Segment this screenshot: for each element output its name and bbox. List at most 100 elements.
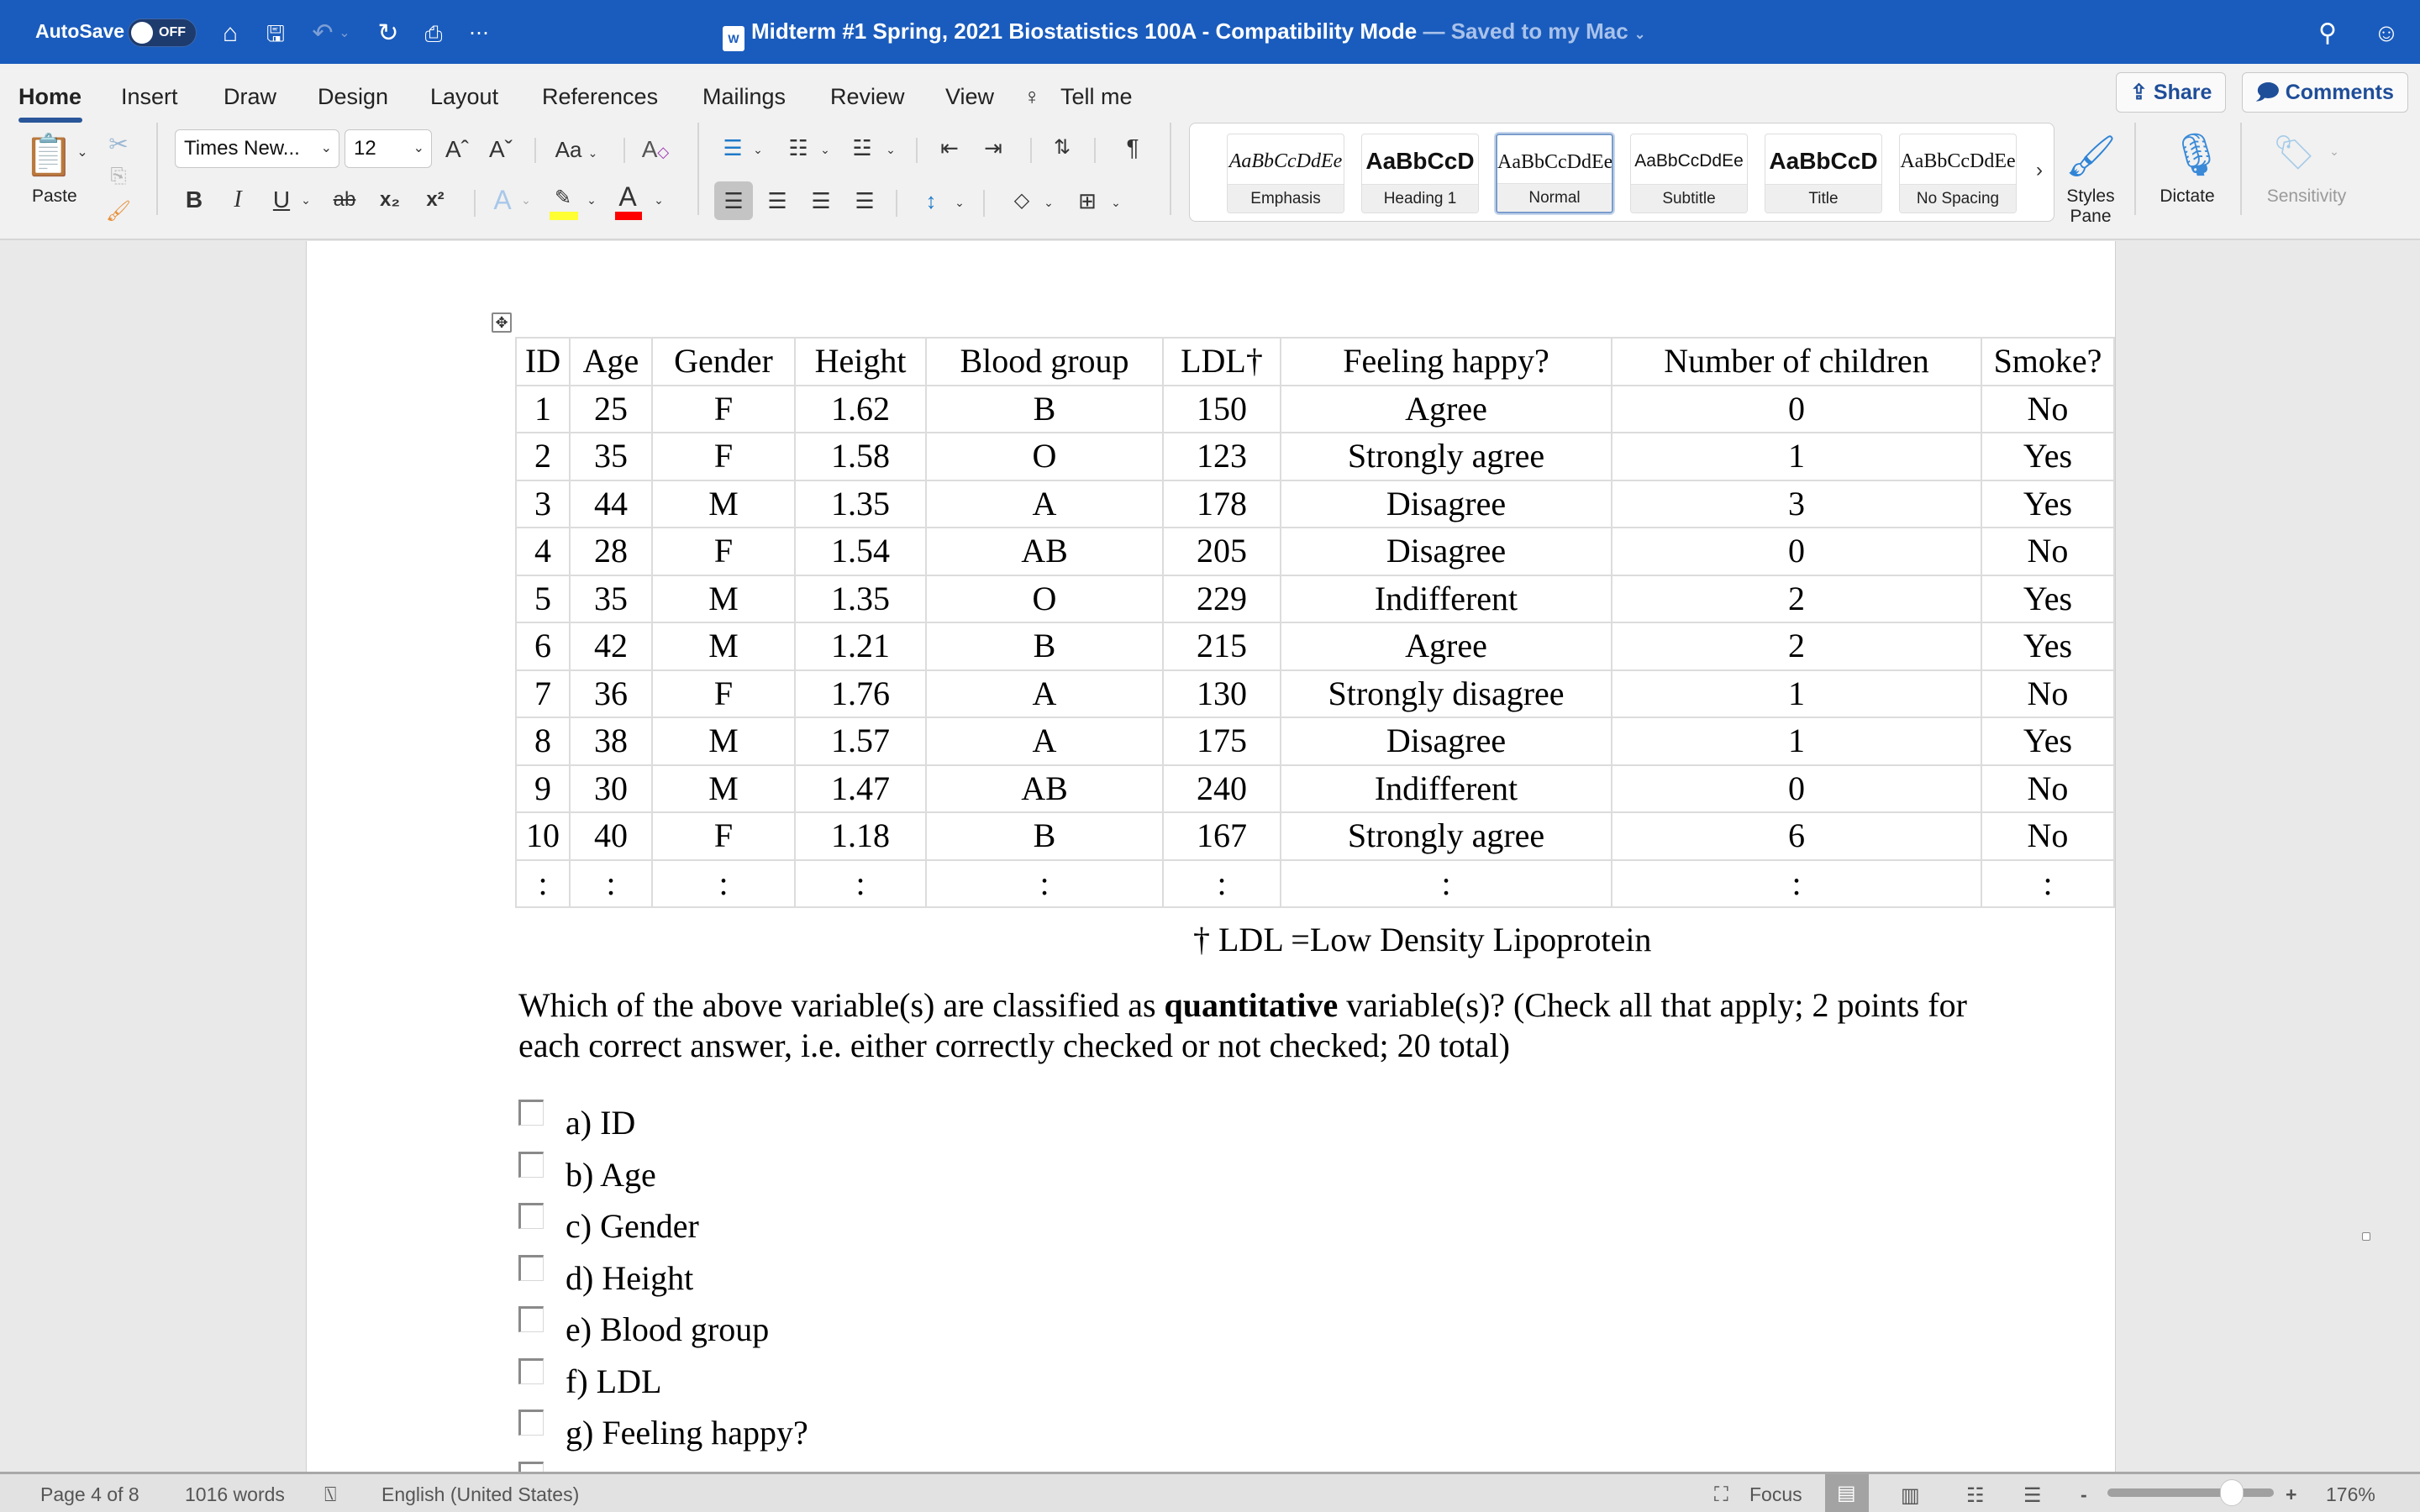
checkbox[interactable] xyxy=(518,1410,544,1436)
table-cell[interactable]: 1 xyxy=(1611,432,1982,481)
style-no-spacing[interactable]: AaBbCcDdEe No Spacing xyxy=(1899,134,2017,213)
table-cell[interactable]: 1 xyxy=(1611,669,1982,718)
search-icon[interactable]: ⚲ xyxy=(2311,17,2344,50)
table-cell[interactable]: 42 xyxy=(569,622,653,671)
table-cell[interactable]: 2 xyxy=(1611,574,1982,623)
chevron-down-icon[interactable]: ⌄ xyxy=(583,183,600,217)
zoom-slider-handle[interactable] xyxy=(2219,1479,2244,1506)
draft-view-icon[interactable]: ☰ xyxy=(2023,1483,2042,1508)
table-cell[interactable]: No xyxy=(1981,669,2115,718)
chevron-down-icon[interactable]: ⌄ xyxy=(882,133,899,166)
bold-button[interactable]: B xyxy=(180,183,208,217)
table-cell[interactable]: Strongly disagree xyxy=(1280,669,1612,718)
focus-button[interactable]: Focus xyxy=(1749,1483,1802,1506)
chevron-down-icon[interactable]: ⌄ xyxy=(817,133,834,166)
table-cell[interactable]: : xyxy=(1611,858,1982,908)
table-cell[interactable]: 35 xyxy=(569,574,653,623)
redo-icon[interactable]: ↻ xyxy=(371,17,405,50)
web-layout-icon[interactable]: ▥ xyxy=(1901,1483,1920,1508)
tab-home[interactable]: Home xyxy=(18,84,82,110)
table-cell[interactable]: F xyxy=(651,669,796,718)
table-cell[interactable]: 6 xyxy=(1611,811,1982,861)
table-cell[interactable]: M xyxy=(651,479,796,528)
cut-icon[interactable]: ✂ xyxy=(104,128,133,161)
table-cell[interactable]: F xyxy=(651,384,796,433)
table-cell[interactable]: Yes xyxy=(1981,717,2115,766)
chevron-down-icon[interactable]: ⌄ xyxy=(518,183,534,217)
italic-button[interactable]: I xyxy=(224,183,252,217)
table-cell[interactable]: 1.54 xyxy=(794,527,927,576)
checkbox[interactable] xyxy=(518,1151,544,1178)
more-icon[interactable]: ⋯ xyxy=(462,17,496,50)
table-cell[interactable]: 38 xyxy=(569,717,653,766)
table-cell[interactable]: 175 xyxy=(1162,717,1281,766)
checkbox[interactable] xyxy=(518,1100,544,1126)
table-cell[interactable]: 25 xyxy=(569,384,653,433)
copy-icon[interactable]: ⎘ xyxy=(104,160,133,193)
table-cell[interactable]: 1 xyxy=(515,384,571,433)
table-cell[interactable]: 8 xyxy=(515,717,571,766)
table-cell[interactable]: No xyxy=(1981,527,2115,576)
language[interactable]: English (United States) xyxy=(381,1483,579,1506)
font-size-select[interactable]: 12 ⌄ xyxy=(345,129,432,168)
table-cell[interactable]: O xyxy=(925,574,1164,623)
autosave-toggle[interactable]: OFF xyxy=(128,18,197,47)
document-page[interactable]: ✥ ID Age Gender Height Blood group LDL† Feelin… xyxy=(306,241,2116,1504)
table-cell[interactable]: 1.35 xyxy=(794,574,927,623)
table-cell[interactable]: 123 xyxy=(1162,432,1281,481)
tab-references[interactable]: References xyxy=(542,84,658,110)
table-cell[interactable]: 215 xyxy=(1162,622,1281,671)
highlight-icon[interactable]: ✎ xyxy=(546,181,580,215)
table-cell[interactable]: F xyxy=(651,811,796,861)
focus-icon[interactable]: ⛶ xyxy=(1714,1483,1728,1507)
gallery-next-icon[interactable]: › xyxy=(2030,154,2049,187)
smiley-icon[interactable]: ☺ xyxy=(2370,17,2403,50)
table-cell[interactable]: 1.21 xyxy=(794,622,927,671)
styles-pane-icon[interactable]: 🖌 xyxy=(2065,128,2117,186)
share-button[interactable]: ⇪ Share xyxy=(2116,72,2227,113)
table-cell[interactable]: 167 xyxy=(1162,811,1281,861)
table-cell[interactable]: : xyxy=(1162,858,1281,908)
table-cell[interactable]: 3 xyxy=(1611,479,1982,528)
page-count[interactable]: Page 4 of 8 xyxy=(40,1483,139,1506)
checkbox[interactable] xyxy=(518,1254,544,1281)
table-cell[interactable]: 36 xyxy=(569,669,653,718)
text-effects-icon[interactable]: A xyxy=(486,183,519,217)
numbering-icon[interactable]: ☷ xyxy=(781,131,815,165)
comments-button[interactable]: 🗩 Comments xyxy=(2242,72,2408,113)
subscript-button[interactable]: x₂ xyxy=(373,183,407,217)
table-cell[interactable]: B xyxy=(925,384,1164,433)
styles-pane-label[interactable]: Styles Pane xyxy=(2065,186,2116,227)
table-cell[interactable]: 1.18 xyxy=(794,811,927,861)
saved-chevron-icon[interactable]: ⌄ xyxy=(1634,28,1645,42)
tab-layout[interactable]: Layout xyxy=(430,84,498,110)
superscript-button[interactable]: x² xyxy=(418,183,452,217)
tab-draw[interactable]: Draw xyxy=(224,84,276,110)
home-icon[interactable]: ⌂ xyxy=(213,17,247,50)
align-center-icon[interactable]: ☰ xyxy=(760,184,795,218)
chevron-down-icon[interactable]: ⌄ xyxy=(1107,186,1124,219)
bullets-icon[interactable]: ☰ xyxy=(716,131,750,165)
table-cell[interactable]: 44 xyxy=(569,479,653,528)
saved-status[interactable]: — Saved to my Mac xyxy=(1423,18,1628,44)
table-cell[interactable]: M xyxy=(651,764,796,813)
chevron-down-icon[interactable]: ⌄ xyxy=(650,183,667,217)
table-cell[interactable]: 0 xyxy=(1611,527,1982,576)
zoom-slider[interactable] xyxy=(2107,1479,2274,1506)
dictate-label[interactable]: Dictate xyxy=(2158,186,2217,207)
checkbox[interactable] xyxy=(518,1357,544,1384)
table-cell[interactable]: F xyxy=(651,527,796,576)
table-cell[interactable]: F xyxy=(651,432,796,481)
paste-icon[interactable]: 📋 xyxy=(24,131,74,181)
pilcrow-icon[interactable]: ¶ xyxy=(1116,131,1150,165)
print-icon[interactable]: ⎙ xyxy=(417,17,450,50)
outline-view-icon[interactable]: ☷ xyxy=(1966,1483,1985,1508)
table-cell[interactable]: Strongly agree xyxy=(1280,811,1612,861)
zoom-in-button[interactable]: + xyxy=(2286,1483,2296,1506)
table-cell[interactable]: No xyxy=(1981,384,2115,433)
table-cell[interactable]: 40 xyxy=(569,811,653,861)
borders-icon[interactable]: ⊞ xyxy=(1071,184,1104,218)
table-cell[interactable]: No xyxy=(1981,811,2115,861)
paste-dropdown-icon[interactable]: ⌄ xyxy=(74,136,91,170)
table-cell[interactable]: M xyxy=(651,622,796,671)
